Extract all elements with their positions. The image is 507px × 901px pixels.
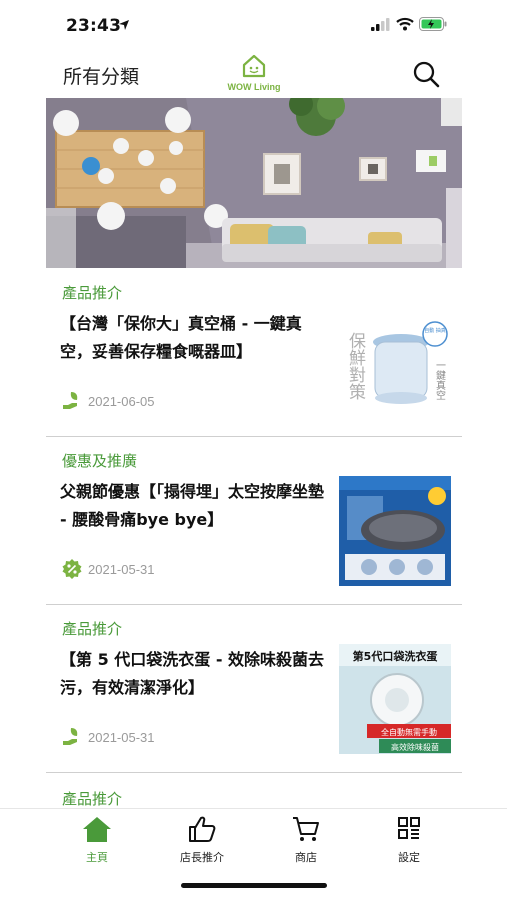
vacuum-container-thumbnail: 保鮮對策 自動 抽真 一鍵真空 [339,308,451,418]
article-category: 產品推介 [62,284,123,302]
house-logo-icon [242,54,266,78]
svg-text:高效除味殺菌: 高效除味殺菌 [391,742,439,752]
article-thumbnail[interactable] [339,476,451,586]
article-category: 產品推介 [62,620,123,638]
app-header: 所有分類 WOW Living [0,52,507,98]
status-time: 23:43 [66,16,122,36]
article-title: 【台灣「保你大」真空桶 - 一鍵真空，妥善保存糧食嘅器皿】 [60,314,302,361]
article-date: 2021-05-31 [88,561,155,577]
article-card-partial[interactable]: 產品推介 [46,770,462,810]
brand-name: WOW Living [227,82,281,92]
svg-text:保鮮對策: 保鮮對策 [345,332,366,400]
article-category: 優惠及推廣 [62,452,138,470]
thumbs-up-icon [189,816,216,842]
tab-label: 商店 [295,851,317,864]
svg-text:自動 抽真: 自動 抽真 [424,327,446,334]
article-date: 2021-06-05 [88,393,155,409]
article-date: 2021-05-31 [88,729,155,745]
cart-icon [293,817,319,841]
hand-leaf-icon [63,392,78,409]
all-categories-button[interactable]: 所有分類 [63,62,139,89]
status-bar: 23:43 [0,0,507,52]
search-icon[interactable] [412,60,440,88]
svg-text:一鍵真空: 一鍵真空 [434,360,446,400]
discount-badge-icon [62,559,82,579]
grid-settings-icon [398,817,420,839]
location-arrow-icon [119,20,129,30]
article-card[interactable]: 產品推介 【台灣「保你大」真空桶 - 一鍵真空，妥善保存糧食嘅器皿】 2021-… [46,268,462,437]
article-thumbnail[interactable]: 第5代口袋洗衣蛋 全自動無需手動 高效除味殺菌 [339,644,451,754]
article-title: 【第 5 代口袋洗衣蛋 - 效除味殺菌去污，有效清潔淨化】 [60,650,325,697]
svg-text:全自動無需手動: 全自動無需手動 [381,727,437,737]
tab-manager-picks[interactable]: 店長推介 [157,815,247,871]
home-icon [83,817,111,842]
tab-settings[interactable]: 設定 [364,815,454,871]
article-title: 父親節優惠【「搨得埋」太空按摩坐墊 - 腰酸骨痛bye bye】 [60,482,325,529]
article-meta: 2021-06-05 [62,390,155,412]
article-meta: 2021-05-31 [62,558,155,580]
living-room-illustration [46,98,462,268]
brand-logo[interactable]: WOW Living [222,54,286,96]
article-card[interactable]: 產品推介 【第 5 代口袋洗衣蛋 - 效除味殺菌去污，有效清潔淨化】 2021-… [46,604,462,773]
tab-label: 主頁 [86,851,108,864]
article-card[interactable]: 優惠及推廣 父親節優惠【「搨得埋」太空按摩坐墊 - 腰酸骨痛bye bye】 2… [46,436,462,605]
tab-shop[interactable]: 商店 [261,815,351,871]
article-meta: 2021-05-31 [62,726,155,748]
wifi-icon [396,17,414,31]
cellular-signal-icon [371,18,390,31]
home-indicator [181,883,327,888]
tab-label: 店長推介 [180,851,224,864]
laundry-ball-thumbnail: 第5代口袋洗衣蛋 全自動無需手動 高效除味殺菌 [339,644,451,754]
hero-banner[interactable] [46,98,462,268]
svg-text:第5代口袋洗衣蛋: 第5代口袋洗衣蛋 [353,649,439,663]
article-thumbnail[interactable]: 保鮮對策 自動 抽真 一鍵真空 [339,308,451,418]
hand-leaf-icon [63,728,78,745]
battery-charging-icon [419,17,447,31]
tab-home[interactable]: 主頁 [52,815,142,871]
tab-label: 設定 [398,851,420,864]
article-category: 產品推介 [62,790,123,808]
massage-cushion-thumbnail [339,476,451,586]
